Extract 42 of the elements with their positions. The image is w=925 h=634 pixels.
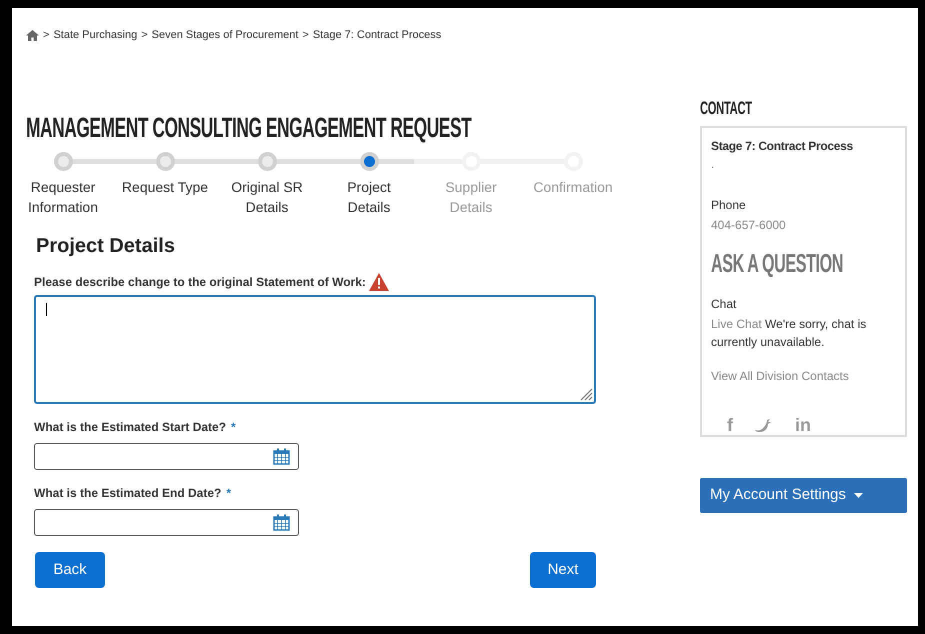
next-button[interactable]: Next (530, 552, 596, 588)
breadcrumb-link[interactable]: Stage 7: Contract Process (312, 26, 442, 44)
caret-icon (854, 493, 863, 498)
chat-status: Live Chat We're sorry, chat is currently unavailable. (711, 316, 868, 350)
contact-heading: CONTACT (700, 99, 752, 117)
contact-name: Stage 7: Contract Process (711, 138, 854, 155)
phone-label: Phone (711, 196, 747, 214)
calendar-icon[interactable] (273, 448, 290, 465)
required-mark: * (231, 419, 236, 436)
required-mark: * (226, 485, 232, 502)
phone-link[interactable]: 404-657-6000 (711, 216, 786, 234)
facebook-link[interactable]: f (727, 414, 733, 434)
breadcrumb-separator: > (141, 28, 148, 43)
step-label: Request Type (120, 178, 210, 197)
step-label: Supplier Details (444, 178, 498, 217)
date-field[interactable] (34, 443, 299, 470)
breadcrumb-separator: > (302, 28, 309, 43)
resize-handle-icon[interactable] (579, 387, 593, 401)
field-label: What is the Estimated End Date? (34, 485, 222, 502)
step-label: Requester Information (26, 178, 100, 217)
breadcrumb-separator: > (43, 28, 50, 43)
page-title: MANAGEMENT CONSULTING ENGAGEMENT REQUEST (26, 112, 472, 144)
text-area[interactable] (34, 295, 596, 404)
step-label: Confirmation (532, 178, 614, 197)
calendar-icon[interactable] (273, 514, 290, 531)
division-contacts-link[interactable]: View All Division Contacts (711, 366, 849, 384)
live-chat-link[interactable]: Live Chat (711, 316, 762, 330)
field-label: What is the Estimated Start Date? (34, 419, 226, 436)
step-label: Original SR Details (230, 178, 304, 217)
back-button[interactable]: Back (35, 552, 105, 588)
breadcrumb-link[interactable]: Seven Stages of Procurement (152, 26, 298, 44)
ask-heading: ASK A QUESTION (711, 248, 843, 276)
breadcrumb-link[interactable]: State Purchasing (53, 26, 138, 44)
contact-dot: . (711, 158, 716, 173)
linkedin-link[interactable]: in (795, 414, 811, 434)
chat-label: Chat (711, 296, 738, 312)
account-settings-button[interactable]: My Account Settings (700, 478, 907, 513)
date-field[interactable] (34, 509, 299, 536)
field-label: Please describe change to the original Statement of Work: (34, 274, 366, 291)
step-label: Project Details (346, 178, 392, 217)
section-title: Project Details (36, 234, 176, 259)
home-icon[interactable] (26, 30, 39, 40)
